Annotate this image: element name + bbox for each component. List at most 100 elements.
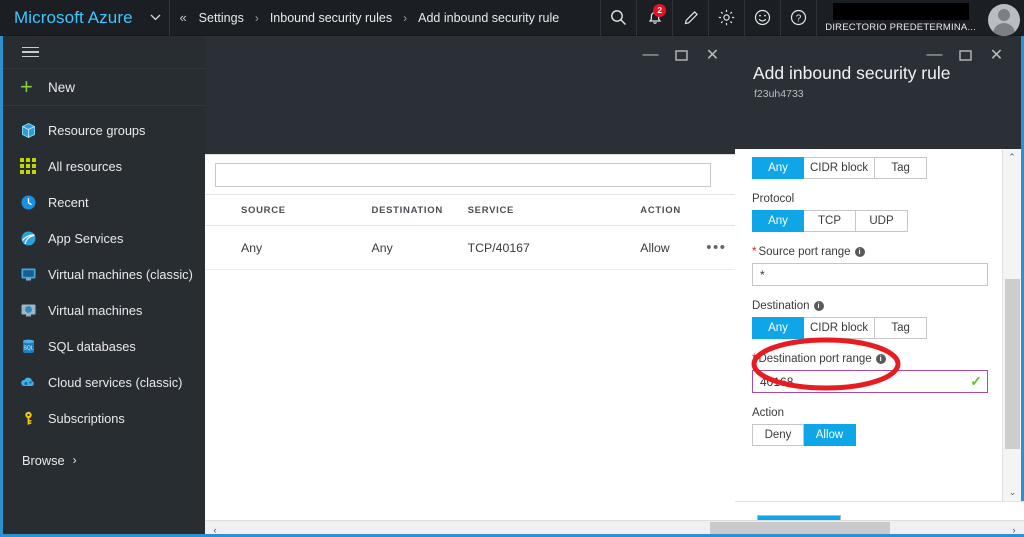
- column-header-menu: [697, 194, 735, 226]
- ellipsis-icon: •••: [706, 239, 727, 256]
- sidebar-item-label: Subscriptions: [48, 410, 125, 426]
- destination-port-range-input-wrapper: ✓: [752, 370, 988, 393]
- column-header-service[interactable]: SERVICE: [467, 194, 641, 226]
- sidebar-nav-list: Resource groups All resources Recent App…: [3, 106, 205, 436]
- destination-option-tag[interactable]: Tag: [875, 317, 928, 339]
- avatar[interactable]: [984, 0, 1024, 36]
- breadcrumb-item-settings[interactable]: Settings: [197, 11, 246, 25]
- breadcrumb-item-add-inbound-security-rule[interactable]: Add inbound security rule: [416, 11, 561, 25]
- column-header-action[interactable]: ACTION: [640, 194, 698, 226]
- top-navigation-bar: Microsoft Azure « Settings › Inbound sec…: [0, 0, 1024, 36]
- scrollbar-thumb[interactable]: [1005, 279, 1020, 449]
- notifications-icon[interactable]: 2: [636, 0, 672, 36]
- source-port-range-input[interactable]: [752, 263, 988, 286]
- hamburger-icon[interactable]: [3, 36, 205, 69]
- source-option-cidr-block[interactable]: CIDR block: [804, 157, 876, 179]
- all-resources-icon: [20, 156, 48, 176]
- help-icon[interactable]: ?: [780, 0, 816, 36]
- protocol-option-tcp[interactable]: TCP: [804, 210, 856, 232]
- breadcrumb-item-inbound-security-rules[interactable]: Inbound security rules: [268, 11, 394, 25]
- column-header-destination[interactable]: DESTINATION: [371, 194, 468, 226]
- sidebar-item-app-services[interactable]: App Services: [3, 220, 205, 256]
- protocol-option-any[interactable]: Any: [752, 210, 804, 232]
- cell-destination: Any: [371, 225, 468, 270]
- collapse-icon[interactable]: «: [168, 0, 197, 36]
- cell-action: Allow: [640, 225, 698, 270]
- destination-port-range-label-text: Destination port range: [758, 353, 872, 365]
- close-button[interactable]: ✕: [981, 42, 1012, 68]
- page-subtitle: f23uh4733: [754, 88, 804, 100]
- destination-option-any[interactable]: Any: [752, 317, 804, 339]
- protocol-segmented-control: Any TCP UDP: [752, 210, 988, 232]
- destination-port-range-input[interactable]: [752, 370, 988, 393]
- resource-groups-icon: [20, 120, 48, 140]
- scroll-up-arrow-icon[interactable]: ⌃: [1003, 149, 1021, 166]
- azure-brand-logo[interactable]: Microsoft Azure: [0, 8, 143, 28]
- chevron-down-icon[interactable]: [143, 0, 169, 36]
- cell-service: TCP/40167: [467, 225, 641, 270]
- maximize-button[interactable]: [950, 42, 981, 68]
- destination-label-text: Destination: [752, 300, 810, 312]
- info-icon[interactable]: i: [813, 301, 824, 311]
- virtual-machine-classic-icon: [20, 264, 48, 284]
- action-option-allow[interactable]: Allow: [804, 424, 856, 446]
- sidebar-item-cloud-services-classic[interactable]: Cloud services (classic): [3, 364, 205, 400]
- action-label: Action: [752, 407, 784, 419]
- breadcrumb-separator-icon: ›: [403, 10, 408, 25]
- clock-icon: [20, 192, 48, 212]
- top-bar-icons: 2 ? DIRECTORIO PREDETERMINA...: [600, 0, 1024, 36]
- new-button[interactable]: + New: [3, 69, 205, 106]
- source-port-range-label: * Source port range i: [752, 246, 988, 258]
- required-asterisk: *: [752, 353, 757, 365]
- gear-icon[interactable]: [708, 0, 744, 36]
- add-inbound-security-rule-blade: — ✕ Add inbound security rule f23uh4733 …: [735, 36, 1024, 537]
- sidebar-item-all-resources[interactable]: All resources: [3, 148, 205, 184]
- source-type-segmented-control: Any CIDR block Tag: [752, 157, 988, 179]
- svg-text:?: ?: [796, 13, 802, 24]
- valid-checkmark-icon: ✓: [970, 373, 982, 389]
- search-icon[interactable]: [600, 0, 636, 36]
- action-segmented-control: Deny Allow: [752, 424, 988, 446]
- sidebar-item-virtual-machines-classic[interactable]: Virtual machines (classic): [3, 256, 205, 292]
- destination-label: Destination i: [752, 300, 988, 312]
- sidebar-item-subscriptions[interactable]: Subscriptions: [3, 400, 205, 436]
- left-sidebar: + New Resource groups All resources Rece…: [0, 36, 205, 537]
- sidebar-item-label: Resource groups: [48, 122, 146, 138]
- protocol-option-udp[interactable]: UDP: [856, 210, 908, 232]
- info-icon[interactable]: i: [854, 247, 865, 257]
- search-input[interactable]: [215, 163, 711, 187]
- required-asterisk: *: [752, 246, 757, 258]
- close-button[interactable]: ✕: [697, 42, 728, 68]
- sidebar-item-virtual-machines[interactable]: Virtual machines: [3, 292, 205, 328]
- chevron-right-icon: ›: [72, 453, 77, 467]
- sidebar-item-browse[interactable]: Browse ›: [3, 442, 205, 478]
- destination-type-segmented-control: Any CIDR block Tag: [752, 317, 988, 339]
- destination-port-range-label: * Destination port range i: [752, 353, 988, 365]
- sidebar-item-label: Cloud services (classic): [48, 374, 183, 390]
- sidebar-item-sql-databases[interactable]: SQL SQL databases: [3, 328, 205, 364]
- minimize-button[interactable]: —: [635, 42, 666, 68]
- sidebar-item-label: SQL databases: [48, 338, 136, 354]
- sidebar-item-resource-groups[interactable]: Resource groups: [3, 112, 205, 148]
- search-field-wrapper: [205, 155, 735, 194]
- inbound-rules-table: SOURCE DESTINATION SERVICE ACTION Any An…: [205, 194, 735, 270]
- info-icon[interactable]: i: [875, 354, 886, 364]
- source-option-tag[interactable]: Tag: [875, 157, 928, 179]
- destination-option-cidr-block[interactable]: CIDR block: [804, 317, 876, 339]
- action-option-deny[interactable]: Deny: [752, 424, 804, 446]
- table-row[interactable]: Any Any TCP/40167 Allow •••: [205, 225, 735, 270]
- smiley-icon[interactable]: [744, 0, 780, 36]
- scroll-down-arrow-icon[interactable]: ⌄: [1003, 484, 1022, 501]
- virtual-machine-icon: [20, 300, 48, 320]
- row-context-menu-button[interactable]: •••: [697, 225, 735, 270]
- plus-icon: +: [20, 74, 33, 99]
- protocol-label: Protocol: [752, 193, 795, 205]
- form-vertical-scrollbar[interactable]: ⌃ ⌄: [1002, 149, 1021, 501]
- maximize-button[interactable]: [666, 42, 697, 68]
- sidebar-item-label: Recent: [48, 194, 89, 210]
- source-option-any[interactable]: Any: [752, 157, 804, 179]
- column-header-source[interactable]: SOURCE: [205, 194, 372, 226]
- pencil-icon[interactable]: [672, 0, 708, 36]
- sidebar-item-recent[interactable]: Recent: [3, 184, 205, 220]
- directory-selector[interactable]: DIRECTORIO PREDETERMINA...: [816, 0, 984, 36]
